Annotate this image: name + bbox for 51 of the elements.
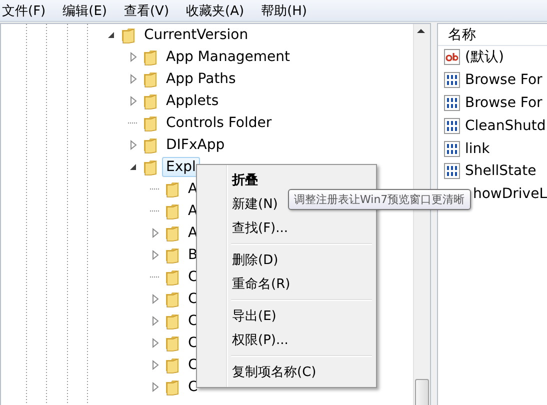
value-name[interactable]: ShellState bbox=[464, 163, 536, 180]
value-name[interactable]: howDriveL bbox=[472, 186, 547, 202]
collapsed-arrow-icon[interactable] bbox=[130, 52, 136, 62]
collapsed-arrow-icon[interactable] bbox=[152, 250, 158, 260]
collapsed-arrow-icon[interactable] bbox=[152, 360, 158, 370]
menu-item[interactable]: 折叠 bbox=[199, 168, 374, 192]
tree-connector-line bbox=[150, 276, 160, 278]
value-name[interactable]: (默认) bbox=[464, 48, 504, 66]
tree-item[interactable]: CurrentVersion bbox=[140, 25, 252, 45]
tree-item[interactable]: DIFxApp bbox=[162, 135, 229, 155]
binary-value-icon bbox=[444, 94, 460, 111]
tree-item[interactable]: Expl bbox=[162, 157, 200, 177]
menu-item[interactable]: 权限(P)... bbox=[199, 328, 374, 352]
menu-item[interactable]: 编辑(E) bbox=[60, 2, 116, 20]
menu-item[interactable]: 重命名(R) bbox=[199, 272, 374, 296]
collapsed-arrow-icon[interactable] bbox=[152, 316, 158, 326]
binary-value-icon bbox=[444, 118, 460, 134]
tooltip: 调整注册表让Win7预览窗口更清晰 bbox=[288, 189, 471, 210]
collapsed-arrow-icon[interactable] bbox=[130, 96, 136, 106]
menu-item[interactable]: 复制项名称(C) bbox=[199, 360, 374, 384]
value-name[interactable]: Browse For bbox=[464, 94, 542, 111]
collapsed-arrow-icon[interactable] bbox=[152, 294, 158, 304]
collapsed-arrow-icon[interactable] bbox=[152, 338, 158, 348]
menu-item[interactable]: 查找(F)... bbox=[199, 216, 374, 240]
binary-value-icon bbox=[444, 140, 460, 157]
scroll-thumb[interactable] bbox=[414, 379, 429, 405]
tree-item[interactable]: App Paths bbox=[162, 69, 240, 89]
menu-item[interactable]: 帮助(H) bbox=[259, 2, 316, 20]
tree-item[interactable]: Controls Folder bbox=[162, 113, 276, 133]
collapsed-arrow-icon[interactable] bbox=[130, 74, 136, 84]
collapsed-arrow-icon[interactable] bbox=[130, 140, 136, 150]
expanded-arrow-icon[interactable] bbox=[129, 163, 137, 171]
menu-item[interactable]: 删除(D) bbox=[199, 248, 374, 272]
string-value-icon bbox=[444, 49, 460, 66]
tree-item[interactable]: App Management bbox=[162, 47, 294, 67]
expanded-arrow-icon[interactable] bbox=[107, 31, 115, 39]
menu-item[interactable]: 导出(E) bbox=[199, 304, 374, 328]
tree-connector-line bbox=[150, 188, 160, 190]
binary-value-icon bbox=[444, 163, 460, 180]
value-name[interactable]: Browse For bbox=[464, 72, 542, 88]
tree-item[interactable]: Applets bbox=[162, 91, 223, 111]
tree-connector-line bbox=[128, 122, 138, 124]
value-name[interactable]: CleanShutd bbox=[464, 118, 546, 134]
menu-item[interactable]: 收藏夹(A) bbox=[184, 2, 254, 20]
value-name[interactable]: link bbox=[464, 140, 490, 157]
menu-item[interactable]: 文件(F) bbox=[0, 2, 55, 20]
menu-item[interactable]: 查看(V) bbox=[122, 2, 178, 20]
collapsed-arrow-icon[interactable] bbox=[152, 228, 158, 238]
collapsed-arrow-icon[interactable] bbox=[152, 382, 158, 392]
binary-value-icon bbox=[444, 72, 460, 88]
tree-connector-line bbox=[150, 210, 160, 212]
